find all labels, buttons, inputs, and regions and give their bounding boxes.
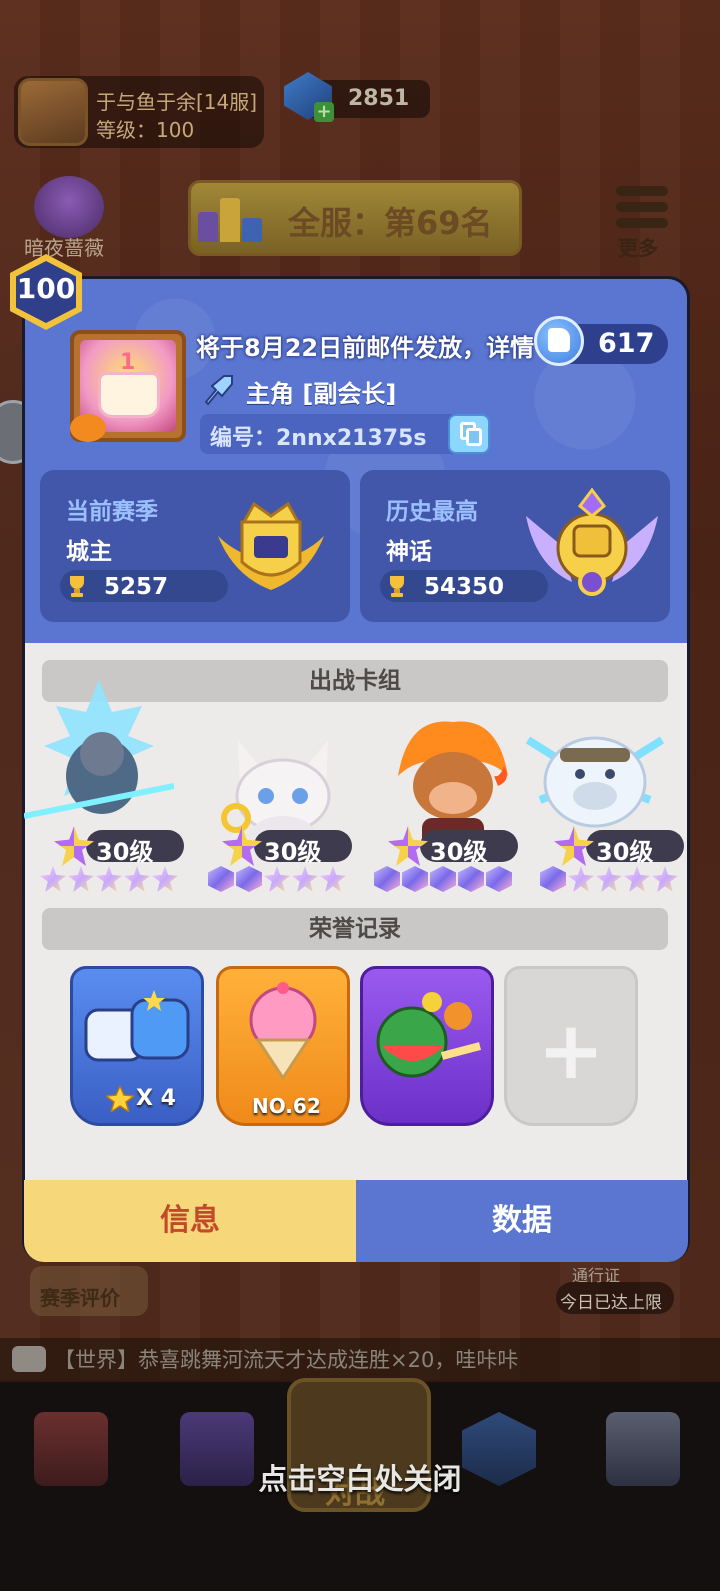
- current-season-title: 当前赛季: [66, 499, 158, 525]
- rating-cube-icon: [374, 866, 400, 892]
- player-avatar[interactable]: [18, 78, 88, 146]
- rating-cube-icon: [458, 866, 484, 892]
- thumb-glyph: [548, 328, 570, 352]
- podium-icon: [198, 192, 264, 242]
- chat-bubble-icon: [12, 1346, 46, 1372]
- honor-count-label: X 4: [136, 1086, 176, 1111]
- player-name: 于与鱼于余[14服]: [96, 90, 258, 114]
- world-chat-text: 【世界】恭喜跳舞河流天才达成连胜×20，哇咔咔: [54, 1348, 519, 1372]
- role-icon: [204, 375, 233, 406]
- gem-count: 2851: [348, 86, 410, 111]
- rating-cube-icon: [208, 866, 234, 892]
- rating-star-icon: [320, 866, 346, 892]
- copy-id-button[interactable]: [448, 414, 490, 454]
- rating-star-icon: [264, 866, 290, 892]
- trophy-icon: [390, 576, 404, 597]
- ice-lord-hero[interactable]: [24, 676, 174, 826]
- rating-star-icon: [624, 866, 650, 892]
- rating-cube-icon: [540, 866, 566, 892]
- tab-data[interactable]: 数据: [356, 1180, 688, 1262]
- battle-pass-status: 今日已达上限: [560, 1293, 662, 1313]
- level-badge-text: 100: [16, 272, 76, 305]
- rating-star-icon: [40, 866, 66, 892]
- hero-level-label: 30级: [430, 838, 488, 866]
- hero-level-label: 30级: [96, 838, 154, 866]
- rating-star-icon: [124, 866, 150, 892]
- add-gems-icon[interactable]: +: [314, 102, 334, 122]
- honor-rank-label: NO.62: [252, 1094, 321, 1118]
- honor-section-title: 荣誉记录: [42, 908, 668, 950]
- pumpkin-icon: [70, 414, 106, 442]
- mythic-rank-emblem-icon: [526, 487, 658, 596]
- ice-yeti-hero[interactable]: [520, 700, 670, 850]
- hero-label: 暗夜蔷薇: [24, 236, 104, 260]
- rating-star-icon: [596, 866, 622, 892]
- hero-rating: [208, 866, 348, 892]
- hero-rating: [540, 866, 680, 892]
- more-label: 更多: [618, 236, 658, 260]
- current-season-rank: 城主: [66, 539, 112, 565]
- hero-rating: [374, 866, 514, 892]
- server-rank-text: 全服：第69名: [288, 204, 493, 242]
- rating-star-icon: [68, 866, 94, 892]
- night-rose-hero-icon[interactable]: [34, 176, 104, 238]
- trophy-icon: [70, 576, 84, 597]
- star-icon: [106, 1086, 134, 1112]
- history-trophy-count: 54350: [424, 574, 505, 600]
- rating-cube-icon: [430, 866, 456, 892]
- cake-icon: [98, 372, 160, 418]
- more-menu-icon[interactable]: [616, 186, 668, 228]
- rating-star-icon: [568, 866, 594, 892]
- fruit-icon: [376, 992, 482, 1078]
- hero-rating: [40, 866, 180, 892]
- candle-icon: 1: [120, 350, 136, 375]
- rating-star-icon: [652, 866, 678, 892]
- tab-info[interactable]: 信息: [24, 1180, 356, 1262]
- history-best-rank: 神话: [386, 539, 432, 565]
- player-id: 编号：2nnx21375s: [210, 426, 427, 451]
- rating-cube-icon: [236, 866, 262, 892]
- like-count: 617: [598, 328, 655, 359]
- hero-level-label: 30级: [596, 838, 654, 866]
- season-eval-label: 赛季评价: [40, 1286, 120, 1310]
- rating-star-icon: [292, 866, 318, 892]
- announcement-marquee: 将于8月22日前邮件发放，详情: [196, 334, 535, 362]
- current-trophy-count: 5257: [104, 574, 169, 600]
- hero-level-label: 30级: [264, 838, 322, 866]
- history-best-title: 历史最高: [386, 499, 478, 525]
- add-icon: +: [537, 1004, 605, 1097]
- player-role: 主角 [副会长]: [246, 380, 397, 408]
- rating-cube-icon: [486, 866, 512, 892]
- lord-rank-emblem-icon: [218, 501, 324, 590]
- rating-cube-icon: [402, 866, 428, 892]
- ice-cream-icon: [249, 982, 317, 1080]
- close-hint[interactable]: 点击空白处关闭: [0, 1456, 720, 1498]
- rating-star-icon: [152, 866, 178, 892]
- rating-star-icon: [96, 866, 122, 892]
- player-level: 等级：100: [96, 118, 195, 142]
- slime-icon: [84, 990, 190, 1062]
